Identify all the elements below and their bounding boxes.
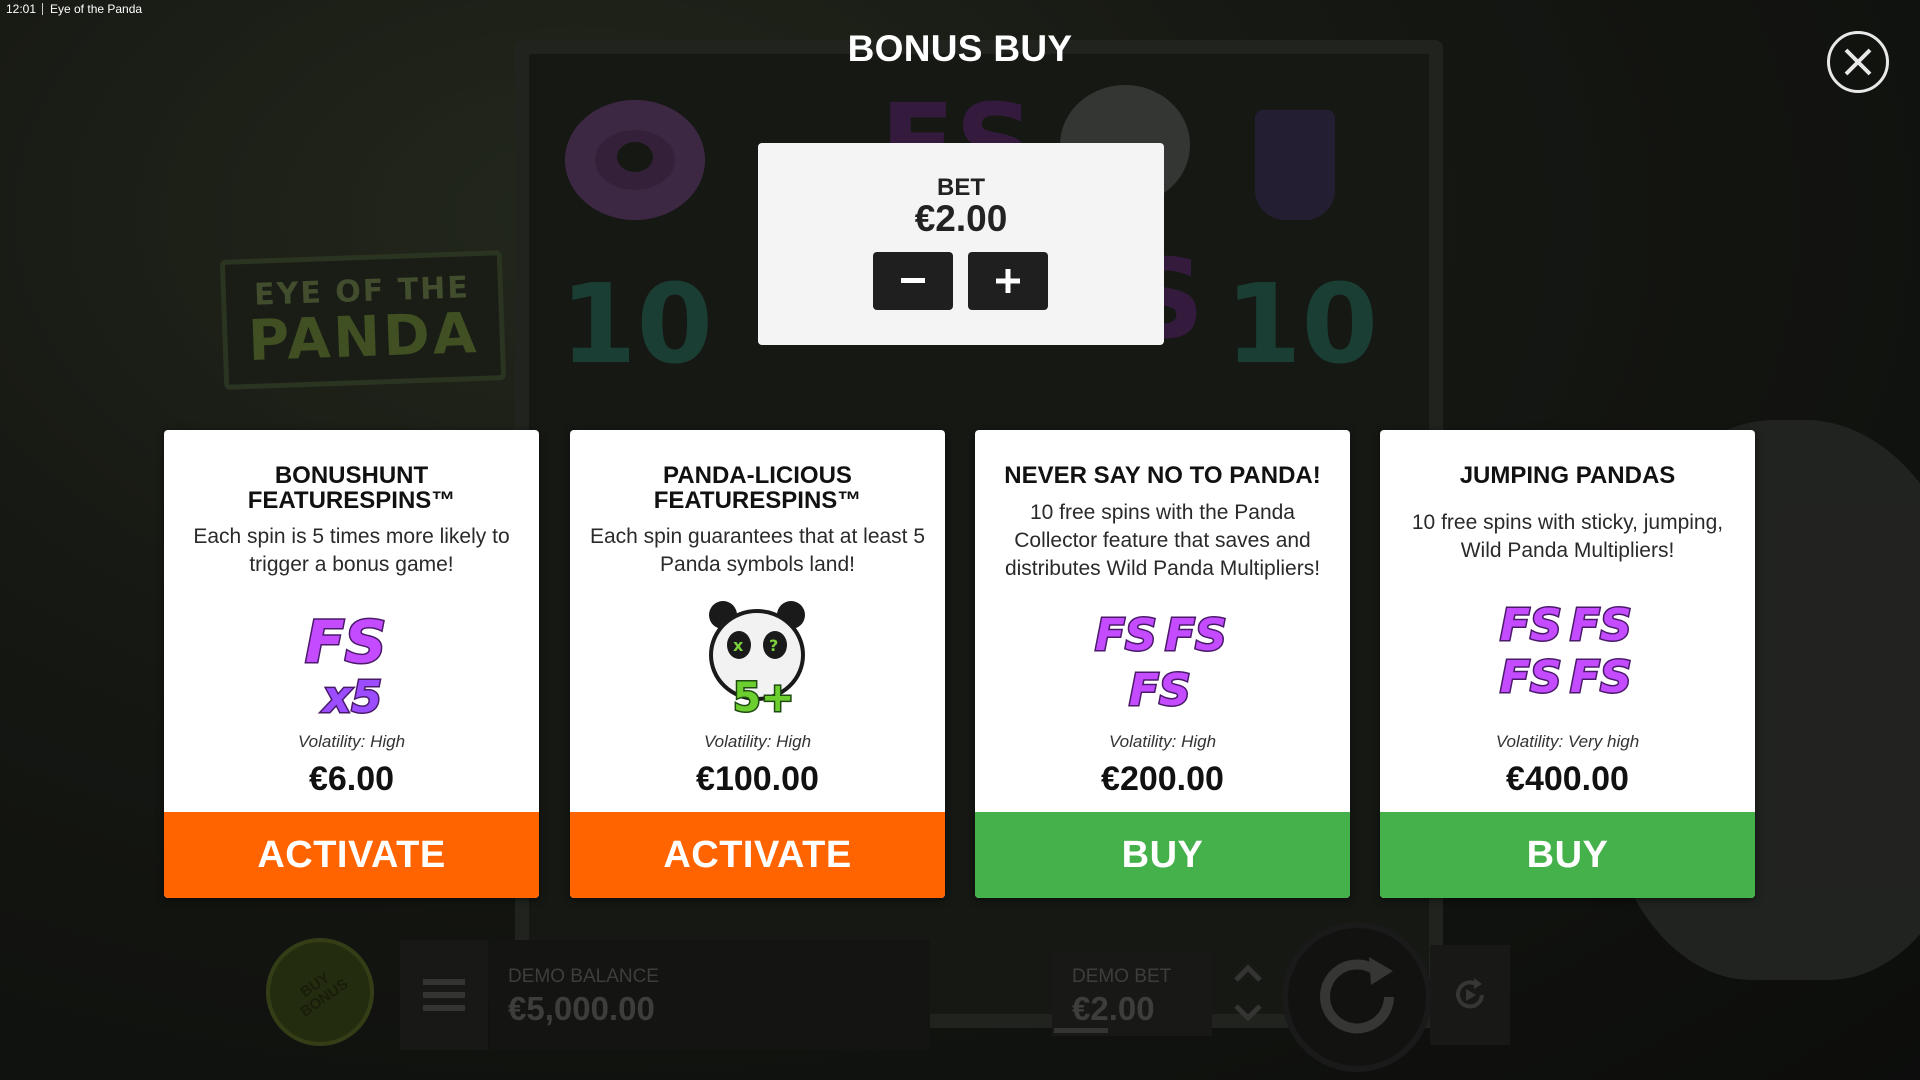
svg-text:FS: FS xyxy=(1500,600,1562,651)
close-button[interactable] xyxy=(1827,31,1889,93)
card-description: Each spin guarantees that at least 5 Pan… xyxy=(589,525,926,576)
card-volatility: Volatility: High xyxy=(297,732,406,751)
fs-four-icon: FS FS FS FS xyxy=(1498,599,1633,705)
card-price: €100.00 xyxy=(696,760,819,798)
bonus-card-never-say-no: NEVER SAY NO TO PANDA! 10 free spins wit… xyxy=(975,430,1350,898)
bet-decrease-button[interactable] xyxy=(873,252,953,310)
panda-5plus-icon: x ? 5+ xyxy=(708,601,805,723)
svg-text:FS: FS xyxy=(305,608,386,676)
card-price: €200.00 xyxy=(1101,760,1224,798)
close-icon xyxy=(1844,48,1872,76)
activate-button[interactable]: ACTIVATE xyxy=(570,812,945,898)
card-price: €400.00 xyxy=(1506,760,1629,798)
bet-panel: BET €2.00 xyxy=(758,143,1164,345)
svg-text:FS: FS xyxy=(1095,610,1157,661)
card-description: Each spin is 5 times more likely to trig… xyxy=(193,525,510,576)
card-volatility: Volatility: High xyxy=(1108,732,1217,751)
buy-button[interactable]: BUY xyxy=(975,812,1350,898)
card-description: 10 free spins with sticky, jumping, Wild… xyxy=(1411,511,1724,562)
card-description: 10 free spins with the Panda Collector f… xyxy=(1004,501,1321,580)
card-title: BONUSHUNT FEATURESPINS™ xyxy=(247,462,456,514)
minus-icon xyxy=(901,278,925,283)
svg-text:5+: 5+ xyxy=(733,675,794,721)
svg-text:FS: FS xyxy=(1129,665,1191,716)
svg-text:FS: FS xyxy=(1570,600,1632,651)
bonus-card-panda-licious: PANDA-LICIOUS FEATURESPINS™ Each spin gu… xyxy=(570,430,945,898)
svg-text:x: x xyxy=(733,636,744,655)
status-app-title: Eye of the Panda xyxy=(50,2,143,16)
bonus-buy-title: BONUS BUY xyxy=(847,28,1073,69)
card-title: NEVER SAY NO TO PANDA! xyxy=(1004,462,1321,489)
bet-value: €2.00 xyxy=(914,198,1008,239)
activate-button[interactable]: ACTIVATE xyxy=(164,812,539,898)
fs-three-icon: FS FS FS xyxy=(1093,609,1228,718)
card-volatility: Volatility: High xyxy=(703,732,812,751)
svg-text:?: ? xyxy=(769,636,778,655)
bonus-card-bonushunt: BONUSHUNT FEATURESPINS™ Each spin is 5 t… xyxy=(164,430,539,898)
card-price: €6.00 xyxy=(308,760,395,798)
bet-increase-button[interactable] xyxy=(968,252,1048,310)
status-separator xyxy=(42,3,43,15)
svg-text:FS: FS xyxy=(1500,652,1562,703)
svg-text:FS: FS xyxy=(1570,652,1632,703)
svg-text:x5: x5 xyxy=(321,672,382,720)
card-volatility: Volatility: Very high xyxy=(1495,732,1640,751)
svg-text:FS: FS xyxy=(1165,610,1227,661)
card-title: JUMPING PANDAS xyxy=(1459,462,1676,489)
plus-icon xyxy=(996,269,1020,293)
buy-button[interactable]: BUY xyxy=(1380,812,1755,898)
bonus-card-jumping-pandas: JUMPING PANDAS 10 free spins with sticky… xyxy=(1380,430,1755,898)
fs-x5-icon: FS x5 xyxy=(303,607,387,721)
card-title: PANDA-LICIOUS FEATURESPINS™ xyxy=(653,462,862,514)
status-time: 12:01 xyxy=(6,2,37,16)
